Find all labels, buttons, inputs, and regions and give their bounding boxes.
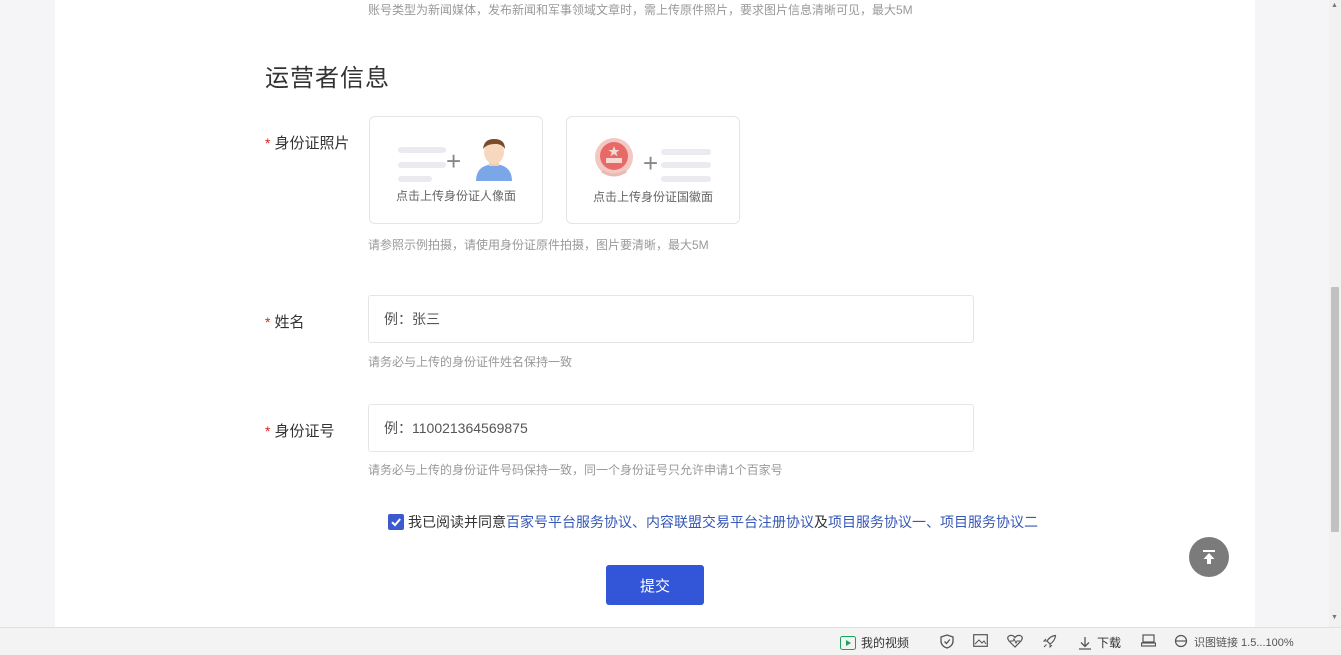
agreement-separator: 、: [632, 514, 646, 530]
name-label-text: 姓名: [274, 314, 305, 331]
id-number-label: * 身份证号: [265, 420, 334, 441]
national-emblem-icon: [595, 138, 633, 177]
agreement-separator: 、: [926, 514, 940, 530]
required-mark: *: [265, 135, 271, 151]
upload-id-front-button[interactable]: + 点击上传身份证人像面: [369, 116, 543, 224]
id-number-label-text: 身份证号: [274, 423, 335, 440]
submit-button[interactable]: 提交: [606, 565, 704, 605]
placeholder-line: [661, 176, 711, 182]
download-button[interactable]: 下载: [1078, 634, 1121, 651]
agreement-separator: 及: [814, 514, 828, 530]
scrollbar-thumb[interactable]: [1331, 287, 1339, 532]
id-number-hint: 请务必与上传的身份证件号码保持一致，同一个身份证号只允许申请1个百家号: [368, 463, 783, 477]
required-mark: *: [265, 423, 271, 439]
devices-button[interactable]: [1141, 634, 1156, 647]
placeholder-line: [398, 162, 446, 168]
agreement-row: 我已阅读并同意 百家号平台服务协议、内容联盟交易平台注册协议及项目服务协议一、项目…: [388, 512, 1038, 532]
name-input[interactable]: [368, 295, 974, 343]
id-number-input[interactable]: [368, 404, 974, 452]
id-photo-label-text: 身份证照片: [274, 135, 350, 152]
id-photo-label: * 身份证照片: [265, 132, 349, 153]
upload-front-caption: 点击上传身份证人像面: [395, 189, 516, 203]
plus-icon: +: [643, 148, 659, 178]
ie-engine-button[interactable]: [1174, 634, 1188, 648]
agreement-checkbox[interactable]: [388, 514, 404, 530]
upload-id-back-button[interactable]: + 点击上传身份证国徽面: [566, 116, 740, 224]
placeholder-line: [661, 162, 711, 168]
browser-status-bar: 我的视频 下载 识图链接 1.5...100%: [0, 627, 1341, 655]
account-type-hint: 账号类型为新闻媒体，发布新闻和军事领域文章时，需上传原件照片，要求图片信息清晰可…: [368, 3, 913, 17]
placeholder-line: [398, 176, 432, 182]
upload-back-caption: 点击上传身份证国徽面: [592, 190, 713, 204]
accelerate-button[interactable]: [1042, 634, 1057, 649]
placeholder-line: [661, 149, 711, 155]
scrollbar[interactable]: ▲ ▼: [1329, 0, 1341, 627]
security-shield-button[interactable]: [940, 634, 954, 649]
arrow-up-icon: [1203, 550, 1215, 564]
shield-icon: [940, 634, 954, 649]
platform-service-agreement-link[interactable]: 百家号平台服务协议: [506, 512, 632, 532]
section-title: 运营者信息: [265, 65, 390, 92]
scroll-up-arrow-icon[interactable]: ▲: [1331, 2, 1338, 9]
status-right-text: 识图链接 1.5...100%: [1194, 637, 1294, 649]
name-hint: 请务必与上传的身份证件姓名保持一致: [368, 355, 573, 369]
image-button[interactable]: [973, 634, 988, 647]
download-icon: [1079, 636, 1091, 650]
devices-icon: [1141, 634, 1156, 647]
heart-icon: [1007, 634, 1023, 648]
content-alliance-agreement-link[interactable]: 内容联盟交易平台注册协议: [646, 512, 814, 532]
person-avatar-icon: [476, 139, 512, 181]
agreement-prefix: 我已阅读并同意: [408, 514, 506, 530]
my-video-button[interactable]: 我的视频: [840, 634, 909, 651]
plus-icon: +: [446, 146, 462, 176]
scroll-down-arrow-icon[interactable]: ▼: [1331, 614, 1338, 621]
my-video-label: 我的视频: [861, 636, 910, 650]
check-icon: [391, 518, 401, 527]
browser-engine-icon: [1174, 634, 1188, 648]
health-button[interactable]: [1007, 634, 1023, 648]
rocket-icon: [1042, 634, 1057, 649]
project-agreement-one-link[interactable]: 项目服务协议一: [828, 512, 926, 532]
download-label: 下载: [1097, 636, 1122, 650]
video-icon: [840, 635, 856, 650]
placeholder-line: [398, 147, 446, 153]
form-page: 账号类型为新闻媒体，发布新闻和军事领域文章时，需上传原件照片，要求图片信息清晰可…: [55, 0, 1255, 627]
project-agreement-two-link[interactable]: 项目服务协议二: [940, 512, 1038, 532]
id-photo-hint: 请参照示例拍摄，请使用身份证原件拍摄，图片要清晰，最大5M: [368, 238, 709, 252]
name-label: * 姓名: [265, 311, 304, 332]
back-to-top-button[interactable]: [1189, 537, 1229, 577]
image-icon: [973, 634, 988, 647]
required-mark: *: [265, 314, 271, 330]
